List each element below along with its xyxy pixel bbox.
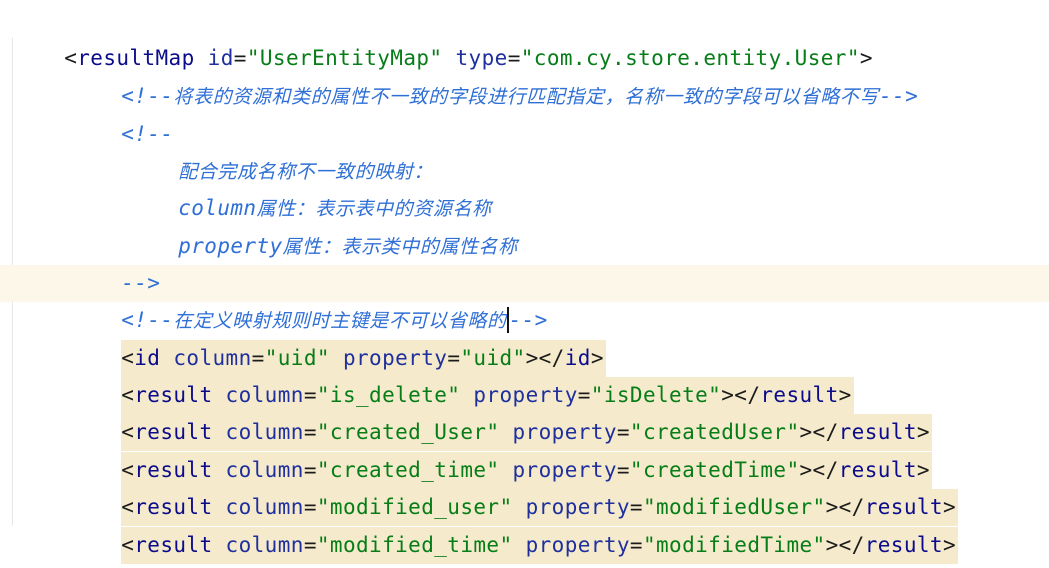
code-line-1[interactable]: <resultMap id="UserEntityMap" type="com.… bbox=[12, 3, 873, 70]
comment-code-word: property bbox=[178, 234, 283, 258]
tag-close-bracket: > bbox=[942, 533, 957, 557]
tag-close-bracket: ></ bbox=[825, 533, 865, 557]
code-line-7[interactable]: --> bbox=[69, 228, 160, 295]
code-line-9[interactable]: <id column="uid" property="uid"></id> bbox=[69, 303, 606, 377]
code-editor[interactable]: <resultMap id="UserEntityMap" type="com.… bbox=[0, 0, 1049, 568]
attr-value: "modified_time" bbox=[316, 533, 513, 557]
attr-value: "modifiedTime" bbox=[642, 533, 826, 557]
attr-name: column bbox=[225, 533, 304, 557]
code-line-10[interactable]: <result column="is_delete" property="isD… bbox=[69, 340, 854, 414]
code-line-12[interactable]: <result column="created_time" property="… bbox=[69, 415, 932, 489]
selection-highlight: <result column="modified_time" property=… bbox=[121, 527, 959, 564]
code-line-4[interactable]: 配合完成名称不一致的映射： bbox=[126, 116, 433, 183]
code-line-15[interactable]: </resultMap> bbox=[12, 528, 221, 565]
attr-name: property bbox=[525, 533, 630, 557]
tag-name: result bbox=[864, 533, 943, 557]
code-line-13[interactable]: <result column="modified_user" property=… bbox=[69, 452, 959, 526]
code-line-11[interactable]: <result column="created_User" property="… bbox=[69, 377, 932, 451]
code-line-14[interactable]: <result column="modified_time" property=… bbox=[69, 490, 959, 564]
comment-text: 属性：表示类中的属性名称 bbox=[282, 236, 518, 258]
attr-equals: = bbox=[303, 533, 317, 557]
attr-equals: = bbox=[629, 533, 643, 557]
comment-close: --> bbox=[878, 84, 919, 108]
code-line-3[interactable]: <!-- bbox=[69, 79, 173, 146]
code-line-6[interactable]: property属性：表示类中的属性名称 bbox=[126, 191, 518, 258]
code-line-8[interactable]: <!--在定义映射规则时主键是不可以省略的--> bbox=[69, 265, 548, 333]
code-line-2[interactable]: <!--将表的资源和类的属性不一致的字段进行匹配指定，名称一致的字段可以省略不写… bbox=[69, 41, 918, 108]
code-line-5[interactable]: column属性：表示表中的资源名称 bbox=[126, 153, 492, 220]
comment-text: 将表的资源和类的属性不一致的字段进行匹配指定，名称一致的字段可以省略不写 bbox=[173, 86, 879, 108]
